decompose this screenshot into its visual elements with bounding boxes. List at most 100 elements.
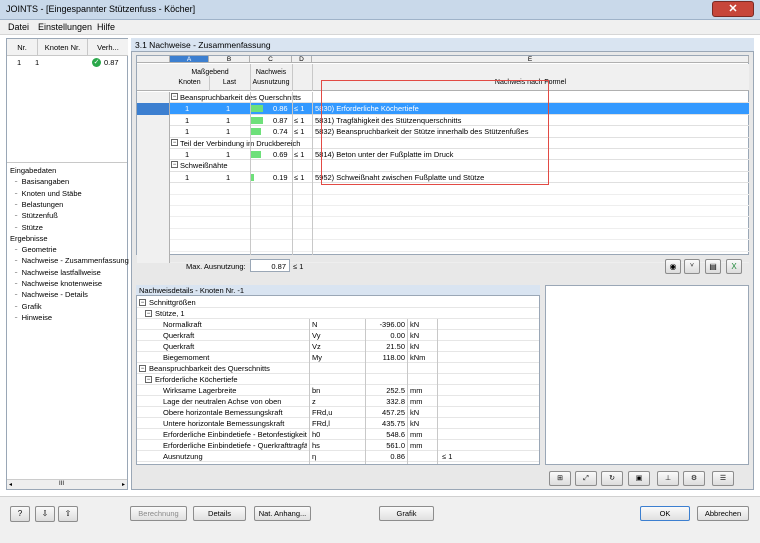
row-header[interactable] xyxy=(137,103,170,115)
detail-value: 561.0 xyxy=(386,441,405,450)
abbrechen-button[interactable]: Abbrechen xyxy=(697,506,749,521)
row-header[interactable] xyxy=(137,171,170,184)
detail-symbol: My xyxy=(312,353,322,362)
detail-symbol: hs xyxy=(312,441,320,450)
detail-value: 252.5 xyxy=(386,386,405,395)
tree-item[interactable]: Eingabedaten xyxy=(10,166,56,175)
menu-datei[interactable]: Datei xyxy=(8,22,29,32)
tree-item[interactable]: ╴ Basisangaben xyxy=(15,177,69,186)
cell-le: ≤ 1 xyxy=(294,104,305,114)
tree-item-label: Belastungen xyxy=(21,199,64,209)
collapse-icon[interactable]: − xyxy=(171,161,178,169)
detail-unit: kN xyxy=(410,331,420,340)
scroll-thumb[interactable]: III xyxy=(59,481,64,487)
joint-row[interactable]: 1 1 ✓ 0.87 xyxy=(7,56,127,68)
tree-connector-icon: ╴ xyxy=(15,199,22,209)
tree-item[interactable]: ╴ Grafik xyxy=(15,302,42,311)
collapse-icon[interactable]: − xyxy=(171,138,178,146)
detail-unit: mm xyxy=(410,386,423,395)
row-header[interactable] xyxy=(137,149,170,161)
cell-last: 1 xyxy=(226,127,231,137)
import-icon[interactable]: ⇩ xyxy=(35,506,55,522)
grafik-button[interactable]: Grafik xyxy=(379,506,434,521)
title-bar: JOINTS - [Eingespannter Stützenfuss - Kö… xyxy=(0,0,760,20)
detail-row: Ausnutzung η 0.86 ≤ 1 xyxy=(137,451,539,462)
col-nr[interactable]: Nr. xyxy=(7,39,37,56)
splitter[interactable] xyxy=(7,162,127,163)
options-icon[interactable]: ☰ xyxy=(712,471,734,486)
tree-item[interactable]: ╴ Knoten und Stäbe xyxy=(15,189,82,198)
utilization-bar xyxy=(251,128,261,136)
scroll-right-icon[interactable]: ▸ xyxy=(122,481,125,488)
filter-icon[interactable]: ⱽ xyxy=(684,259,700,274)
close-button[interactable]: ✕ xyxy=(712,1,754,17)
view-icon[interactable]: ⊞ xyxy=(549,471,571,486)
tree-item[interactable]: ╴ Nachweise - Zusammenfassung xyxy=(15,256,129,265)
detail-row: Untere horizontale Bemessungskraft FRd,l 4… xyxy=(137,418,539,429)
collapse-icon[interactable]: − xyxy=(145,376,152,383)
detail-label: Querkraft xyxy=(163,342,195,351)
col-letter-a[interactable]: A xyxy=(170,56,209,63)
export-icon[interactable]: ⇧ xyxy=(58,506,78,522)
rotate-icon[interactable]: ↻ xyxy=(601,471,623,486)
tree-item[interactable]: ╴ Hinweise xyxy=(15,313,52,322)
row-header[interactable] xyxy=(137,160,170,172)
tree-item[interactable]: ╴ Nachweise - Details xyxy=(15,290,88,299)
details-title: Nachweisdetails - Knoten Nr. -1 xyxy=(136,285,540,296)
cell-ausnutzung: 0.87 xyxy=(273,115,288,125)
empty-row xyxy=(137,194,749,206)
row-header xyxy=(137,240,170,252)
settings-icon[interactable]: ⚙ xyxy=(683,471,705,486)
col-letter-d[interactable]: D xyxy=(292,56,312,63)
collapse-icon[interactable]: − xyxy=(145,310,152,317)
scroll-left-icon[interactable]: ◂ xyxy=(9,481,12,488)
detail-symbol: h0 xyxy=(312,430,321,439)
tree-item[interactable]: ╴ Geometrie xyxy=(15,245,57,254)
cell-last: 1 xyxy=(226,115,231,125)
detail-symbol: N xyxy=(312,320,318,329)
horizontal-scrollbar[interactable]: ◂ III ▸ xyxy=(7,479,127,489)
tree-item[interactable]: ╴ Stützenfuß xyxy=(15,211,58,220)
zoom-icon[interactable]: ▣ xyxy=(628,471,650,486)
tree-item[interactable]: ╴ Belastungen xyxy=(15,200,63,209)
berechnung-button[interactable]: Berechnung xyxy=(130,506,187,521)
collapse-icon[interactable]: − xyxy=(139,299,146,306)
tree-item-label: Nachweise lastfallweise xyxy=(21,267,101,277)
detail-row: − Schnittgrößen xyxy=(137,297,539,308)
table-export-icon[interactable]: ▤ xyxy=(705,259,721,274)
tree-item[interactable]: ╴ Stütze xyxy=(15,223,43,232)
tree-item[interactable]: ╴ Nachweise lastfallweise xyxy=(15,268,101,277)
collapse-icon[interactable]: − xyxy=(139,365,146,372)
menu-einstellungen[interactable]: Einstellungen xyxy=(38,22,92,32)
nat-anhang-button[interactable]: Nat. Anhang... xyxy=(254,506,311,521)
ok-button[interactable]: OK xyxy=(640,506,690,521)
col-letter-b[interactable]: B xyxy=(209,56,250,63)
excel-icon[interactable]: X xyxy=(726,259,742,274)
row-header[interactable] xyxy=(137,92,170,104)
column-divider xyxy=(309,319,310,464)
column-divider xyxy=(407,319,408,464)
row-header[interactable] xyxy=(137,114,170,127)
row-header-corner[interactable] xyxy=(137,56,170,63)
tree-item[interactable]: Ergebnisse xyxy=(10,234,48,243)
details-button[interactable]: Details xyxy=(193,506,246,521)
ruler-icon[interactable]: ⊥ xyxy=(657,471,679,486)
help-icon[interactable]: ? xyxy=(10,506,30,522)
col-verh[interactable]: Verh... xyxy=(87,39,128,56)
tree-item[interactable]: ╴ Nachweise knotenweise xyxy=(15,279,102,288)
menu-hilfe[interactable]: Hilfe xyxy=(97,22,115,32)
row-header[interactable] xyxy=(137,137,170,149)
empty-row xyxy=(137,240,749,252)
detail-label: Lage der neutralen Achse von oben xyxy=(163,397,282,406)
axes-icon[interactable]: ⤢ xyxy=(575,471,597,486)
detail-row: − Stütze, 1 xyxy=(137,308,539,319)
tree-item-label: Stützenfuß xyxy=(21,211,58,221)
row-header[interactable] xyxy=(137,126,170,138)
row-header xyxy=(137,206,170,218)
eye-icon[interactable]: ◉ xyxy=(665,259,681,274)
col-letter-e[interactable]: E xyxy=(312,56,749,63)
cell-ausnutzung: 0.74 xyxy=(273,127,288,137)
col-letter-c[interactable]: C xyxy=(250,56,292,63)
col-knoten[interactable]: Knoten Nr. xyxy=(37,39,87,56)
collapse-icon[interactable]: − xyxy=(171,93,178,100)
